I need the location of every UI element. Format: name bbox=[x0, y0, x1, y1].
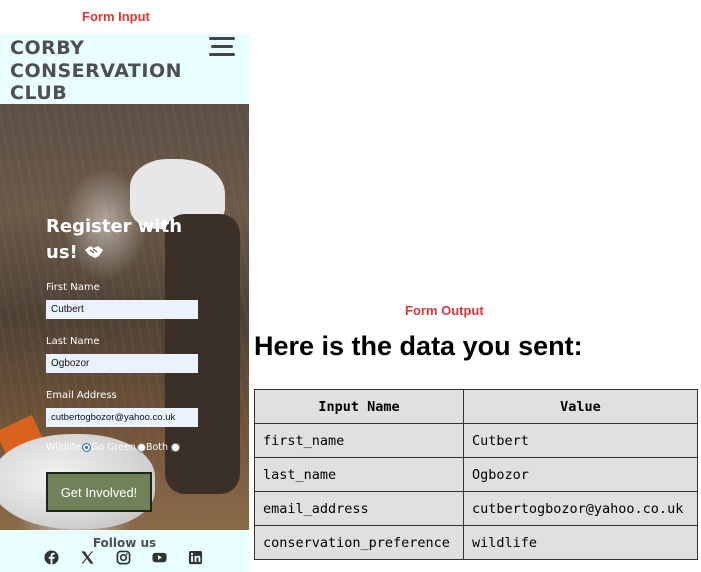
value-cell: Cutbert bbox=[463, 423, 698, 458]
brand-line: CONSERVATION bbox=[10, 59, 183, 82]
site-brand[interactable]: CORBY CONSERVATION CLUB bbox=[10, 37, 182, 105]
form-input-caption: Form Input bbox=[82, 9, 150, 24]
conservation-preference-radios: Wildlife Go Green Both bbox=[46, 442, 181, 453]
radio-wildlife[interactable] bbox=[81, 443, 91, 452]
site-mockup: CORBY CONSERVATION CLUB Register with us… bbox=[0, 34, 249, 572]
radio-label-go-green: Go Green bbox=[90, 442, 136, 453]
get-involved-button[interactable]: Get Involved! bbox=[46, 472, 152, 512]
brand-line: CORBY bbox=[10, 37, 85, 59]
form-output-caption: Form Output bbox=[405, 303, 484, 318]
radio-label-both: Both bbox=[145, 442, 169, 453]
output-title: Here is the data you sent: bbox=[254, 331, 583, 361]
table-row: email_address cutbertogbozor@yahoo.co.uk bbox=[254, 491, 698, 526]
form-title: Register with us! bbox=[46, 214, 216, 266]
last-name-label: Last Name bbox=[46, 336, 100, 347]
column-header-value: Value bbox=[463, 389, 698, 424]
value-cell: Ogbozor bbox=[463, 457, 698, 492]
radio-go-green[interactable] bbox=[136, 443, 146, 452]
brand-line: CLUB bbox=[10, 82, 68, 104]
input-name-cell: conservation_preference bbox=[254, 525, 464, 560]
social-links bbox=[44, 550, 203, 565]
hamburger-menu-icon[interactable] bbox=[209, 37, 235, 57]
linkedin-icon[interactable] bbox=[188, 550, 203, 565]
input-name-cell: last_name bbox=[254, 457, 464, 492]
radio-label-wildlife: Wildlife bbox=[46, 442, 81, 453]
column-header-input-name: Input Name bbox=[254, 389, 464, 424]
value-cell: cutbertogbozor@yahoo.co.uk bbox=[463, 491, 698, 526]
last-name-input[interactable] bbox=[46, 354, 198, 373]
value-cell: wildlife bbox=[463, 525, 698, 560]
radio-both[interactable] bbox=[171, 443, 181, 452]
x-icon[interactable] bbox=[80, 550, 95, 565]
handshake-icon bbox=[85, 246, 104, 258]
site-footer: Follow us bbox=[0, 530, 249, 572]
email-input[interactable] bbox=[46, 408, 198, 427]
email-label: Email Address bbox=[46, 390, 117, 401]
table-header-row: Input Name Value bbox=[254, 389, 698, 424]
form-title-text: Register with us! bbox=[46, 216, 183, 263]
site-header: CORBY CONSERVATION CLUB bbox=[0, 34, 249, 104]
table-row: first_name Cutbert bbox=[254, 423, 698, 458]
first-name-input[interactable] bbox=[46, 300, 198, 319]
youtube-icon[interactable] bbox=[152, 550, 167, 565]
follow-us-label: Follow us bbox=[92, 536, 157, 550]
first-name-label: First Name bbox=[46, 282, 100, 293]
facebook-icon[interactable] bbox=[44, 550, 59, 565]
instagram-icon[interactable] bbox=[116, 550, 131, 565]
input-name-cell: email_address bbox=[254, 491, 464, 526]
output-table: Input Name Value first_name Cutbert last… bbox=[254, 389, 698, 560]
table-row: last_name Ogbozor bbox=[254, 457, 698, 492]
hero-form-section: Register with us! First Name Last Name E… bbox=[0, 104, 249, 530]
table-row: conservation_preference wildlife bbox=[254, 525, 698, 560]
input-name-cell: first_name bbox=[254, 423, 464, 458]
